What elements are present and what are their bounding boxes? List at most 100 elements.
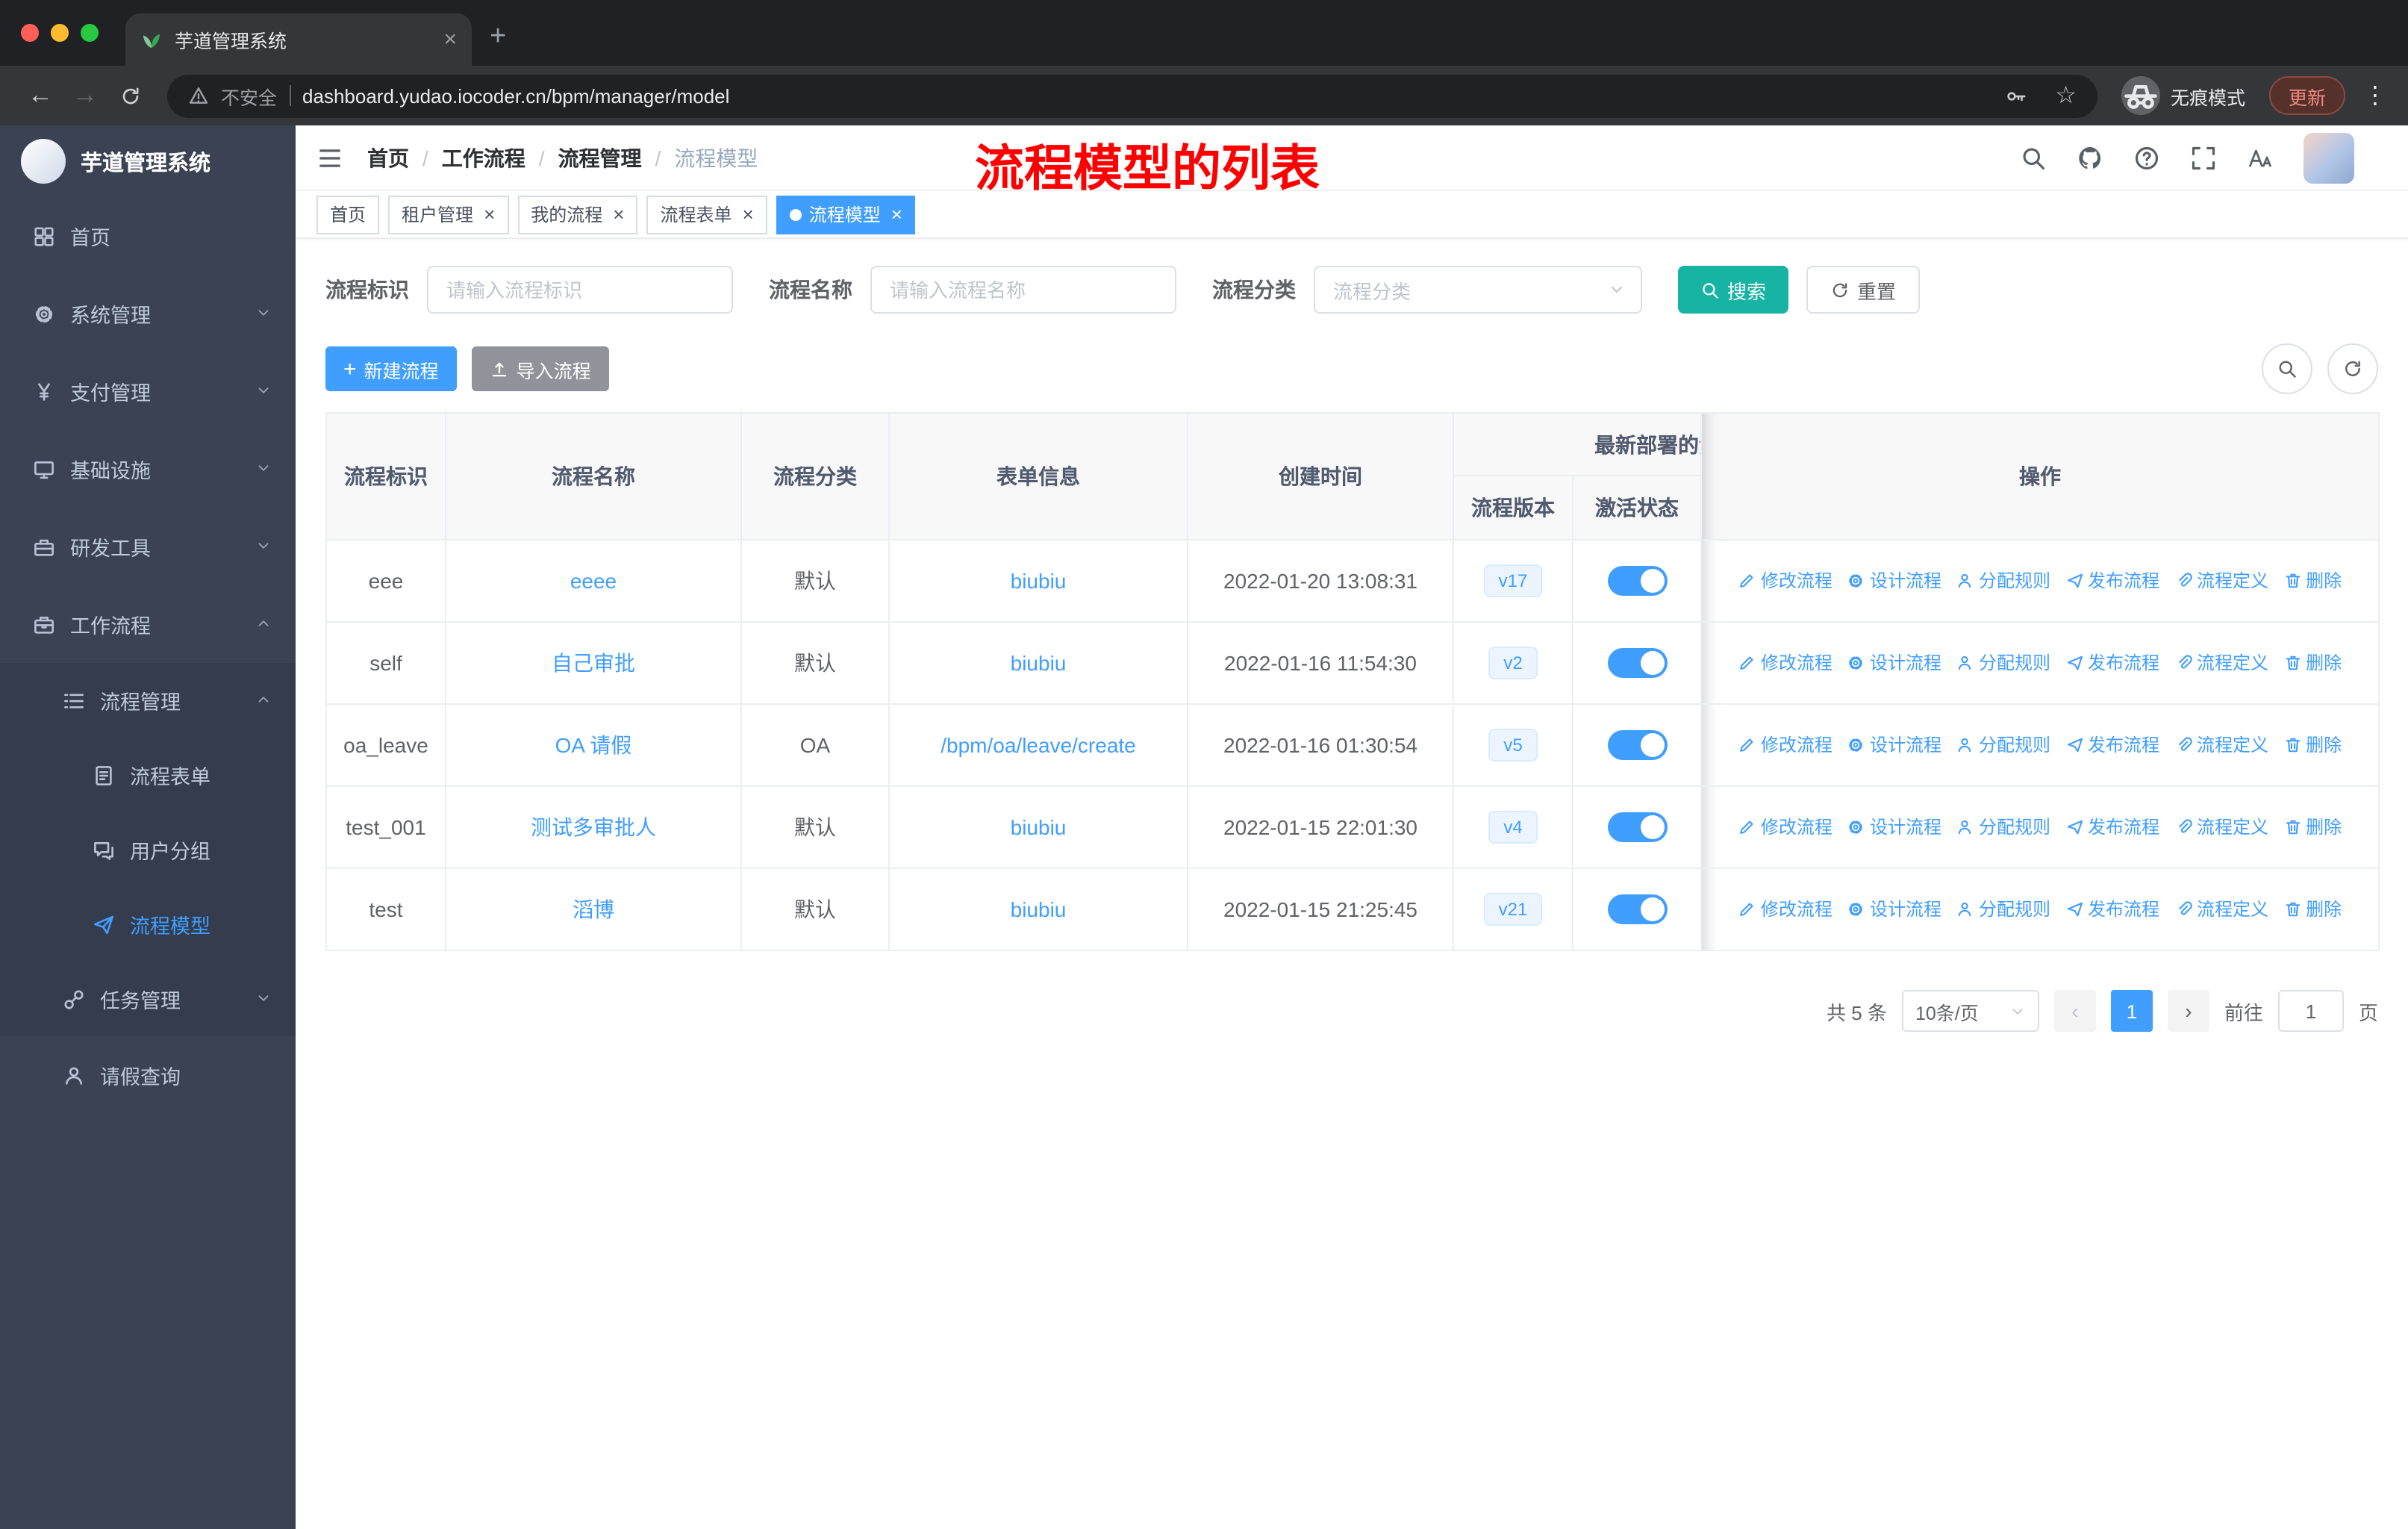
process-name-input[interactable] (870, 266, 1176, 314)
action-assign-rule[interactable]: 分配规则 (1956, 650, 2050, 676)
goto-page-input[interactable] (2277, 990, 2344, 1032)
action-delete[interactable]: 删除 (2283, 650, 2342, 676)
tag-close-icon[interactable]: × (891, 203, 902, 225)
action-definition[interactable]: 流程定义 (2174, 568, 2268, 594)
create-process-button[interactable]: + 新建流程 (325, 346, 457, 391)
action-design[interactable]: 设计流程 (1847, 732, 1941, 758)
active-toggle[interactable] (1607, 648, 1667, 678)
page-size-select[interactable]: 10条/页 (1901, 990, 2039, 1032)
window-minimize-button[interactable] (51, 24, 69, 42)
process-category-select[interactable]: 流程分类 (1314, 266, 1642, 314)
tag-close-icon[interactable]: × (484, 203, 495, 225)
action-design[interactable]: 设计流程 (1847, 815, 1941, 840)
action-modify[interactable]: 修改流程 (1738, 732, 1832, 758)
tag-close-icon[interactable]: × (613, 203, 624, 225)
tab-tag-4[interactable]: 流程模型 × (776, 195, 916, 234)
breadcrumb-item-0[interactable]: 首页 (367, 143, 409, 172)
reset-button[interactable]: 重置 (1806, 266, 1921, 314)
tag-close-icon[interactable]: × (743, 203, 754, 225)
tab-tag-3[interactable]: 流程表单 × (646, 195, 767, 234)
action-assign-rule[interactable]: 分配规则 (1956, 897, 2050, 922)
reload-button[interactable] (110, 84, 149, 107)
action-definition[interactable]: 流程定义 (2174, 897, 2268, 922)
sidebar-item-home[interactable]: 首页 (0, 197, 296, 275)
address-bar[interactable]: 不安全 dashboard.yudao.iocoder.cn/bpm/manag… (167, 74, 2097, 117)
next-page-button[interactable]: › (2167, 990, 2209, 1032)
sidebar-item-leave-query[interactable]: 请假查询 (0, 1036, 296, 1114)
browser-menu-icon[interactable]: ⋮ (2363, 81, 2387, 110)
breadcrumb-item-3[interactable]: 流程模型 (674, 143, 758, 172)
window-close-button[interactable] (21, 24, 39, 42)
tab-tag-1[interactable]: 租户管理 × (388, 195, 509, 234)
process-name-link[interactable]: 自己审批 (552, 651, 635, 675)
sidebar-item-devtools[interactable]: 研发工具 (0, 508, 296, 585)
active-toggle[interactable] (1607, 894, 1667, 924)
action-modify[interactable]: 修改流程 (1738, 897, 1832, 922)
action-assign-rule[interactable]: 分配规则 (1956, 815, 2050, 840)
form-info-link[interactable]: biubiu (1011, 569, 1067, 593)
active-toggle[interactable] (1607, 812, 1667, 842)
sidebar-item-process-form[interactable]: 流程表单 (0, 738, 296, 812)
search-button[interactable]: 搜索 (1678, 266, 1789, 314)
action-definition[interactable]: 流程定义 (2174, 650, 2268, 676)
action-publish[interactable]: 发布流程 (2065, 897, 2159, 922)
tab-close-icon[interactable]: × (443, 27, 457, 52)
search-icon[interactable] (2020, 144, 2047, 171)
new-tab-button[interactable]: + (490, 21, 506, 54)
breadcrumb-item-1[interactable]: 工作流程 (442, 143, 525, 172)
help-icon[interactable] (2133, 144, 2160, 171)
form-info-link[interactable]: biubiu (1011, 651, 1067, 675)
action-assign-rule[interactable]: 分配规则 (1956, 568, 2050, 594)
process-name-link[interactable]: 滔博 (573, 897, 614, 921)
sidebar-item-payment-management[interactable]: 支付管理 (0, 352, 296, 430)
process-name-link[interactable]: OA 请假 (555, 733, 632, 757)
action-modify[interactable]: 修改流程 (1738, 650, 1832, 676)
prev-page-button[interactable]: ‹ (2053, 990, 2096, 1032)
bookmark-star-icon[interactable]: ☆ (2055, 81, 2077, 110)
action-modify[interactable]: 修改流程 (1738, 568, 1832, 594)
action-definition[interactable]: 流程定义 (2174, 815, 2268, 840)
tab-tag-0[interactable]: 首页 (316, 195, 380, 234)
action-design[interactable]: 设计流程 (1847, 650, 1941, 676)
github-icon[interactable] (2077, 144, 2103, 171)
tab-tag-2[interactable]: 我的流程 × (517, 195, 638, 234)
fullscreen-icon[interactable] (2190, 144, 2217, 171)
hamburger-icon[interactable] (316, 144, 343, 171)
action-assign-rule[interactable]: 分配规则 (1956, 732, 2050, 758)
sidebar-item-user-group[interactable]: 用户分组 (0, 812, 296, 887)
sidebar-item-process-model[interactable]: 流程模型 (0, 887, 296, 962)
sidebar-item-workflow[interactable]: 工作流程 (0, 585, 296, 663)
form-info-link[interactable]: /bpm/oa/leave/create (941, 733, 1136, 757)
page-1-button[interactable]: 1 (2110, 990, 2153, 1032)
action-delete[interactable]: 删除 (2283, 815, 2342, 840)
action-delete[interactable]: 删除 (2283, 897, 2342, 922)
process-name-link[interactable]: 测试多审批人 (531, 815, 656, 839)
sidebar-item-task-management[interactable]: 任务管理 (0, 962, 296, 1036)
update-button[interactable]: 更新 (2268, 76, 2345, 115)
active-toggle[interactable] (1607, 730, 1667, 760)
action-publish[interactable]: 发布流程 (2065, 815, 2159, 840)
toggle-search-button[interactable] (2262, 343, 2312, 394)
form-info-link[interactable]: biubiu (1011, 897, 1067, 921)
action-publish[interactable]: 发布流程 (2065, 650, 2159, 676)
sidebar-item-process-management[interactable]: 流程管理 (0, 663, 296, 738)
sidebar-item-system-management[interactable]: 系统管理 (0, 275, 296, 352)
action-publish[interactable]: 发布流程 (2065, 732, 2159, 758)
action-modify[interactable]: 修改流程 (1738, 815, 1832, 840)
refresh-table-button[interactable] (2327, 343, 2378, 394)
action-definition[interactable]: 流程定义 (2174, 732, 2268, 758)
key-icon[interactable] (2004, 84, 2027, 107)
form-info-link[interactable]: biubiu (1011, 815, 1067, 839)
font-size-icon[interactable] (2247, 144, 2274, 171)
process-name-link[interactable]: eeee (570, 569, 617, 593)
action-delete[interactable]: 删除 (2283, 568, 2342, 594)
action-design[interactable]: 设计流程 (1847, 568, 1941, 594)
action-design[interactable]: 设计流程 (1847, 897, 1941, 922)
active-toggle[interactable] (1607, 566, 1667, 596)
breadcrumb-item-2[interactable]: 流程管理 (558, 143, 642, 172)
avatar[interactable] (2303, 132, 2354, 183)
action-publish[interactable]: 发布流程 (2065, 568, 2159, 594)
browser-tab[interactable]: 芋道管理系统 × (125, 13, 472, 66)
window-zoom-button[interactable] (81, 24, 99, 42)
back-button[interactable]: ← (21, 81, 60, 110)
